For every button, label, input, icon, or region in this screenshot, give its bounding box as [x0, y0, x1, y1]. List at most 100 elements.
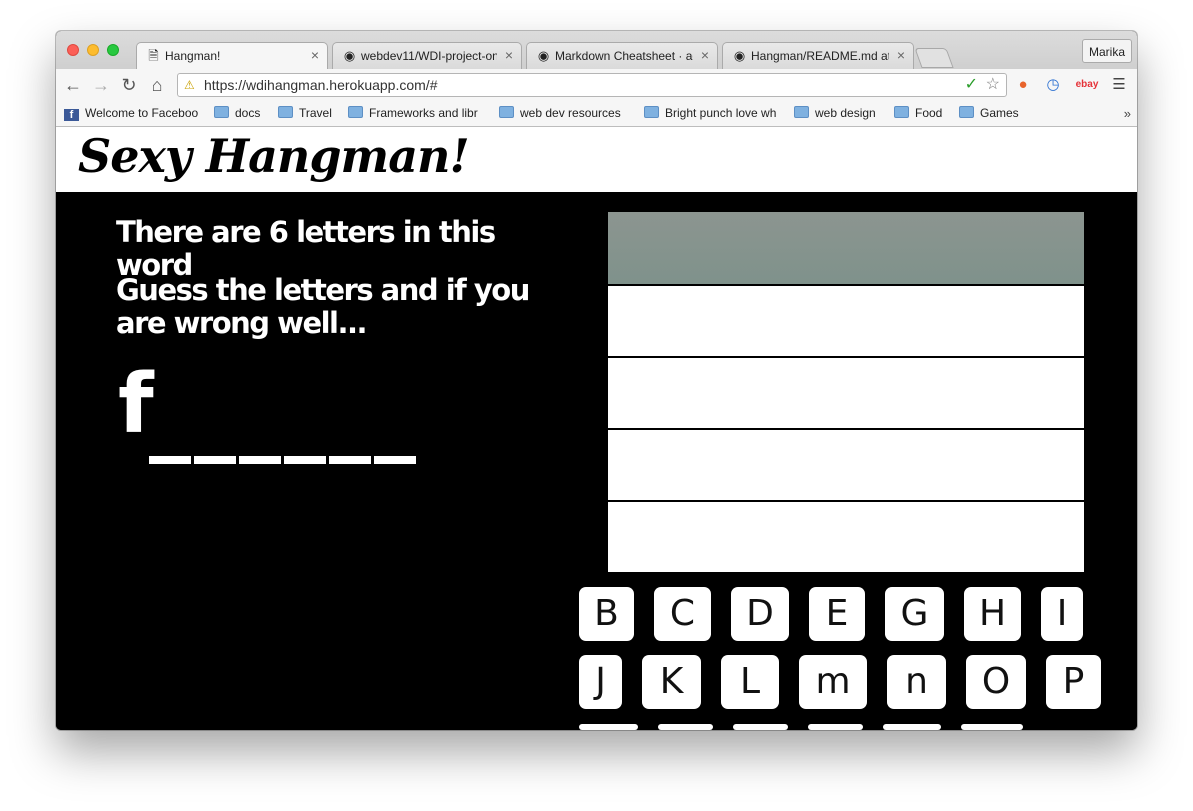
letter-key[interactable] — [808, 724, 863, 730]
tab-title: Hangman! — [165, 49, 221, 63]
bookmark-games[interactable]: Games — [959, 106, 1025, 122]
address-bar[interactable]: ⚠ https://wdihangman.herokuapp.com/# ✓ ☆ — [177, 73, 1007, 97]
hangman-slot — [608, 500, 1084, 571]
forward-icon[interactable]: → — [91, 75, 111, 95]
bookmark-bright-punch[interactable]: Bright punch love wh — [644, 106, 782, 122]
letter-key[interactable]: O — [966, 655, 1026, 709]
letter-blank — [149, 456, 191, 464]
letter-blank — [374, 456, 416, 464]
bookmarks-bar: f Welcome to Faceboo docs Travel Framewor… — [56, 102, 1137, 127]
bookmark-label: Bright punch love wh — [665, 106, 777, 120]
tab-title: webdev11/WDI-project-one — [361, 49, 497, 63]
bookmark-star-icon[interactable]: ☆ — [986, 76, 1000, 94]
letter-key[interactable] — [733, 724, 788, 730]
bookmark-label: web design — [815, 106, 876, 120]
profile-button[interactable]: Marika — [1082, 39, 1132, 63]
bookmark-facebook[interactable]: f Welcome to Faceboo — [64, 106, 202, 122]
folder-icon — [499, 106, 514, 118]
letter-key[interactable]: K — [642, 655, 701, 709]
clock-extension-icon[interactable]: ◷ — [1044, 76, 1062, 94]
tab-readme[interactable]: ◉ Hangman/README.md at × — [722, 42, 914, 69]
folder-icon — [794, 106, 809, 118]
game-area: There are 6 letters in this word Guess t… — [56, 192, 1137, 730]
bookmark-label: Welcome to Faceboo — [85, 106, 199, 120]
letter-key[interactable]: L — [721, 655, 779, 709]
letter-blank — [329, 456, 371, 464]
bookmark-web-dev-resources[interactable]: web dev resources — [499, 106, 631, 122]
bookmark-food[interactable]: Food — [894, 106, 950, 122]
bookmarks-overflow-icon[interactable]: » — [1124, 106, 1131, 121]
tab-close-icon[interactable]: × — [897, 47, 905, 63]
bookmark-web-design[interactable]: web design — [794, 106, 884, 122]
tab-hangman[interactable]: 🗎 Hangman! × — [136, 42, 328, 69]
hangman-board — [608, 212, 1084, 572]
site-title: Sexy Hangman! — [78, 129, 470, 183]
hangman-image — [608, 212, 1084, 284]
folder-icon — [348, 106, 363, 118]
letter-key[interactable] — [579, 724, 638, 730]
bookmark-label: web dev resources — [520, 106, 621, 120]
menu-icon[interactable]: ☰ — [1110, 76, 1128, 94]
bookmark-label: docs — [235, 106, 261, 120]
bookmark-label: Travel — [299, 106, 332, 120]
hangman-slot — [608, 356, 1084, 427]
facebook-icon: f — [64, 109, 79, 121]
window-minimize-button[interactable] — [87, 44, 99, 56]
tab-title: Markdown Cheatsheet · ad — [555, 49, 693, 63]
bookmark-travel[interactable]: Travel — [278, 106, 340, 122]
bookmark-label: Games — [980, 106, 1019, 120]
window-close-button[interactable] — [67, 44, 79, 56]
instructions-text: Guess the letters and if you are wrong w… — [116, 273, 530, 340]
lock-warning-icon: ⚠ — [184, 78, 195, 92]
letter-key[interactable] — [658, 724, 713, 730]
home-icon[interactable]: ⌂ — [147, 75, 167, 95]
letter-key[interactable]: G — [885, 587, 944, 641]
letter-blank — [239, 456, 281, 464]
checkmark-extension-icon[interactable]: ✓ — [965, 76, 978, 94]
tab-close-icon[interactable]: × — [505, 47, 513, 63]
window-zoom-button[interactable] — [107, 44, 119, 56]
tab-close-icon[interactable]: × — [701, 47, 709, 63]
back-icon[interactable]: ← — [63, 75, 83, 95]
fire-extension-icon[interactable]: ● — [1014, 76, 1032, 94]
letter-key[interactable]: J — [579, 655, 622, 709]
tab-markdown-cheatsheet[interactable]: ◉ Markdown Cheatsheet · ad × — [526, 42, 718, 69]
tab-webdev11[interactable]: ◉ webdev11/WDI-project-one × — [332, 42, 522, 69]
letter-key[interactable]: P — [1046, 655, 1101, 709]
bookmark-docs[interactable]: docs — [214, 106, 274, 122]
folder-icon — [894, 106, 909, 118]
hangman-slot — [608, 284, 1084, 355]
bookmark-frameworks[interactable]: Frameworks and libr — [348, 106, 488, 122]
github-icon: ◉ — [537, 48, 550, 63]
github-icon: ◉ — [733, 48, 746, 63]
tab-title: Hangman/README.md at — [751, 49, 889, 63]
document-icon: 🗎 — [148, 48, 159, 63]
site-header: Sexy Hangman! — [56, 127, 1137, 192]
letter-key[interactable]: B — [579, 587, 634, 641]
bookmark-label: Food — [915, 106, 943, 120]
ebay-extension-icon[interactable]: ebay — [1074, 76, 1100, 94]
folder-icon — [278, 106, 293, 118]
tab-strip: 🗎 Hangman! × ◉ webdev11/WDI-project-one … — [56, 31, 1137, 69]
letter-key[interactable] — [883, 724, 941, 730]
letter-key[interactable]: n — [887, 655, 946, 709]
folder-icon — [214, 106, 229, 118]
letter-key[interactable]: E — [809, 587, 865, 641]
browser-window: 🗎 Hangman! × ◉ webdev11/WDI-project-one … — [56, 31, 1137, 730]
revealed-letter: f — [118, 357, 154, 452]
letter-blank — [194, 456, 236, 464]
new-tab-button[interactable] — [914, 48, 954, 68]
letter-key[interactable]: I — [1041, 587, 1083, 641]
letter-key[interactable] — [961, 724, 1023, 730]
folder-icon — [959, 106, 974, 118]
url-text: https://wdihangman.herokuapp.com/# — [204, 77, 438, 93]
letter-key[interactable]: C — [654, 587, 711, 641]
letter-key[interactable]: H — [964, 587, 1021, 641]
folder-icon — [644, 106, 659, 118]
github-icon: ◉ — [343, 48, 356, 63]
tab-close-icon[interactable]: × — [311, 47, 319, 63]
browser-toolbar: ← → ↻ ⌂ ⚠ https://wdihangman.herokuapp.c… — [56, 69, 1137, 102]
letter-key[interactable]: D — [731, 587, 789, 641]
reload-icon[interactable]: ↻ — [119, 75, 139, 95]
letter-key[interactable]: m — [799, 655, 867, 709]
